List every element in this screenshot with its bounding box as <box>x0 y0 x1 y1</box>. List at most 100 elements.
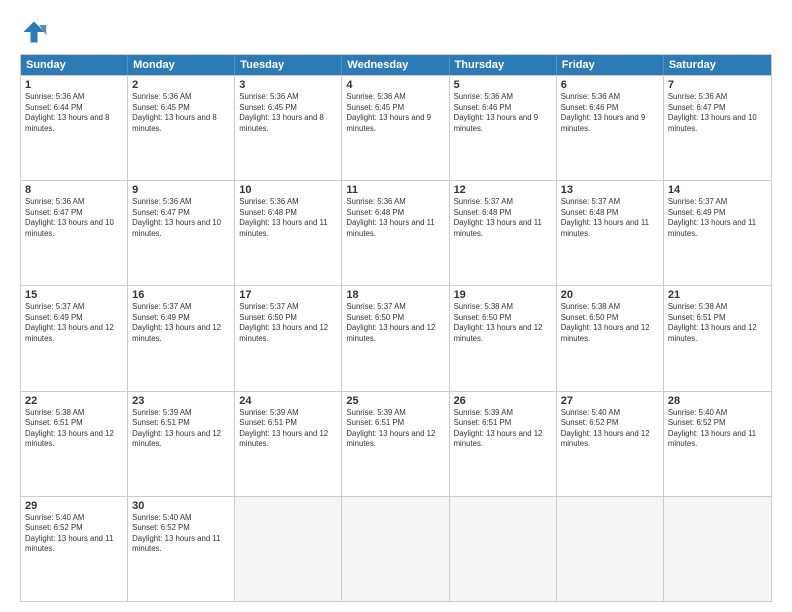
cell-day-number: 6 <box>561 79 659 91</box>
logo-icon <box>20 18 48 46</box>
cell-info: Sunrise: 5:37 AMSunset: 6:50 PMDaylight:… <box>346 302 444 344</box>
cell-info: Sunrise: 5:40 AMSunset: 6:52 PMDaylight:… <box>561 408 659 450</box>
cal-cell <box>235 497 342 601</box>
cell-day-number: 26 <box>454 395 552 407</box>
calendar-header: SundayMondayTuesdayWednesdayThursdayFrid… <box>21 55 771 75</box>
cal-cell: 7Sunrise: 5:36 AMSunset: 6:47 PMDaylight… <box>664 76 771 180</box>
cell-info: Sunrise: 5:38 AMSunset: 6:51 PMDaylight:… <box>668 302 767 344</box>
cal-cell: 3Sunrise: 5:36 AMSunset: 6:45 PMDaylight… <box>235 76 342 180</box>
cal-cell: 25Sunrise: 5:39 AMSunset: 6:51 PMDayligh… <box>342 392 449 496</box>
cal-cell: 8Sunrise: 5:36 AMSunset: 6:47 PMDaylight… <box>21 181 128 285</box>
cell-day-number: 24 <box>239 395 337 407</box>
cell-info: Sunrise: 5:36 AMSunset: 6:45 PMDaylight:… <box>239 92 337 134</box>
cell-info: Sunrise: 5:37 AMSunset: 6:50 PMDaylight:… <box>239 302 337 344</box>
cell-day-number: 30 <box>132 500 230 512</box>
cal-cell: 21Sunrise: 5:38 AMSunset: 6:51 PMDayligh… <box>664 286 771 390</box>
cal-cell: 28Sunrise: 5:40 AMSunset: 6:52 PMDayligh… <box>664 392 771 496</box>
cell-day-number: 11 <box>346 184 444 196</box>
cell-day-number: 28 <box>668 395 767 407</box>
cell-info: Sunrise: 5:36 AMSunset: 6:47 PMDaylight:… <box>668 92 767 134</box>
cal-cell: 23Sunrise: 5:39 AMSunset: 6:51 PMDayligh… <box>128 392 235 496</box>
cell-day-number: 21 <box>668 289 767 301</box>
cell-day-number: 3 <box>239 79 337 91</box>
cell-info: Sunrise: 5:39 AMSunset: 6:51 PMDaylight:… <box>132 408 230 450</box>
cell-info: Sunrise: 5:36 AMSunset: 6:45 PMDaylight:… <box>132 92 230 134</box>
cell-day-number: 8 <box>25 184 123 196</box>
cell-info: Sunrise: 5:38 AMSunset: 6:50 PMDaylight:… <box>454 302 552 344</box>
cell-info: Sunrise: 5:40 AMSunset: 6:52 PMDaylight:… <box>25 513 123 555</box>
cell-day-number: 27 <box>561 395 659 407</box>
cal-cell: 18Sunrise: 5:37 AMSunset: 6:50 PMDayligh… <box>342 286 449 390</box>
cal-cell: 11Sunrise: 5:36 AMSunset: 6:48 PMDayligh… <box>342 181 449 285</box>
cal-cell: 10Sunrise: 5:36 AMSunset: 6:48 PMDayligh… <box>235 181 342 285</box>
header <box>20 18 772 46</box>
cal-cell: 4Sunrise: 5:36 AMSunset: 6:45 PMDaylight… <box>342 76 449 180</box>
cell-day-number: 19 <box>454 289 552 301</box>
week-row-2: 8Sunrise: 5:36 AMSunset: 6:47 PMDaylight… <box>21 180 771 285</box>
cell-info: Sunrise: 5:36 AMSunset: 6:48 PMDaylight:… <box>239 197 337 239</box>
cal-cell: 12Sunrise: 5:37 AMSunset: 6:48 PMDayligh… <box>450 181 557 285</box>
cell-info: Sunrise: 5:39 AMSunset: 6:51 PMDaylight:… <box>239 408 337 450</box>
cal-cell <box>557 497 664 601</box>
cal-cell: 19Sunrise: 5:38 AMSunset: 6:50 PMDayligh… <box>450 286 557 390</box>
cell-day-number: 15 <box>25 289 123 301</box>
header-cell-thursday: Thursday <box>450 55 557 75</box>
page: SundayMondayTuesdayWednesdayThursdayFrid… <box>0 0 792 612</box>
cal-cell: 17Sunrise: 5:37 AMSunset: 6:50 PMDayligh… <box>235 286 342 390</box>
cell-day-number: 9 <box>132 184 230 196</box>
header-cell-wednesday: Wednesday <box>342 55 449 75</box>
cal-cell: 20Sunrise: 5:38 AMSunset: 6:50 PMDayligh… <box>557 286 664 390</box>
cell-day-number: 5 <box>454 79 552 91</box>
cell-info: Sunrise: 5:36 AMSunset: 6:46 PMDaylight:… <box>561 92 659 134</box>
cell-day-number: 17 <box>239 289 337 301</box>
cell-day-number: 10 <box>239 184 337 196</box>
cal-cell: 26Sunrise: 5:39 AMSunset: 6:51 PMDayligh… <box>450 392 557 496</box>
cell-info: Sunrise: 5:39 AMSunset: 6:51 PMDaylight:… <box>346 408 444 450</box>
week-row-5: 29Sunrise: 5:40 AMSunset: 6:52 PMDayligh… <box>21 496 771 601</box>
cell-day-number: 14 <box>668 184 767 196</box>
cell-day-number: 23 <box>132 395 230 407</box>
cell-day-number: 25 <box>346 395 444 407</box>
cell-info: Sunrise: 5:37 AMSunset: 6:49 PMDaylight:… <box>668 197 767 239</box>
week-row-1: 1Sunrise: 5:36 AMSunset: 6:44 PMDaylight… <box>21 75 771 180</box>
cell-info: Sunrise: 5:38 AMSunset: 6:50 PMDaylight:… <box>561 302 659 344</box>
cal-cell: 2Sunrise: 5:36 AMSunset: 6:45 PMDaylight… <box>128 76 235 180</box>
cell-info: Sunrise: 5:36 AMSunset: 6:47 PMDaylight:… <box>25 197 123 239</box>
cell-day-number: 12 <box>454 184 552 196</box>
cell-info: Sunrise: 5:36 AMSunset: 6:47 PMDaylight:… <box>132 197 230 239</box>
cell-info: Sunrise: 5:36 AMSunset: 6:44 PMDaylight:… <box>25 92 123 134</box>
cell-info: Sunrise: 5:40 AMSunset: 6:52 PMDaylight:… <box>132 513 230 555</box>
cell-info: Sunrise: 5:36 AMSunset: 6:45 PMDaylight:… <box>346 92 444 134</box>
cell-day-number: 29 <box>25 500 123 512</box>
header-cell-friday: Friday <box>557 55 664 75</box>
logo <box>20 18 52 46</box>
cell-info: Sunrise: 5:38 AMSunset: 6:51 PMDaylight:… <box>25 408 123 450</box>
week-row-3: 15Sunrise: 5:37 AMSunset: 6:49 PMDayligh… <box>21 285 771 390</box>
header-cell-monday: Monday <box>128 55 235 75</box>
cal-cell: 14Sunrise: 5:37 AMSunset: 6:49 PMDayligh… <box>664 181 771 285</box>
cal-cell <box>450 497 557 601</box>
cal-cell: 24Sunrise: 5:39 AMSunset: 6:51 PMDayligh… <box>235 392 342 496</box>
cell-info: Sunrise: 5:39 AMSunset: 6:51 PMDaylight:… <box>454 408 552 450</box>
cal-cell: 22Sunrise: 5:38 AMSunset: 6:51 PMDayligh… <box>21 392 128 496</box>
calendar: SundayMondayTuesdayWednesdayThursdayFrid… <box>20 54 772 602</box>
cell-day-number: 2 <box>132 79 230 91</box>
cell-day-number: 22 <box>25 395 123 407</box>
header-cell-saturday: Saturday <box>664 55 771 75</box>
cell-info: Sunrise: 5:37 AMSunset: 6:49 PMDaylight:… <box>25 302 123 344</box>
cell-day-number: 20 <box>561 289 659 301</box>
cal-cell: 13Sunrise: 5:37 AMSunset: 6:48 PMDayligh… <box>557 181 664 285</box>
cal-cell: 16Sunrise: 5:37 AMSunset: 6:49 PMDayligh… <box>128 286 235 390</box>
cell-day-number: 16 <box>132 289 230 301</box>
cell-info: Sunrise: 5:36 AMSunset: 6:46 PMDaylight:… <box>454 92 552 134</box>
cell-info: Sunrise: 5:37 AMSunset: 6:48 PMDaylight:… <box>561 197 659 239</box>
cal-cell: 30Sunrise: 5:40 AMSunset: 6:52 PMDayligh… <box>128 497 235 601</box>
cell-day-number: 18 <box>346 289 444 301</box>
header-cell-sunday: Sunday <box>21 55 128 75</box>
week-row-4: 22Sunrise: 5:38 AMSunset: 6:51 PMDayligh… <box>21 391 771 496</box>
cell-info: Sunrise: 5:37 AMSunset: 6:49 PMDaylight:… <box>132 302 230 344</box>
cal-cell <box>664 497 771 601</box>
header-cell-tuesday: Tuesday <box>235 55 342 75</box>
cal-cell: 15Sunrise: 5:37 AMSunset: 6:49 PMDayligh… <box>21 286 128 390</box>
cal-cell: 1Sunrise: 5:36 AMSunset: 6:44 PMDaylight… <box>21 76 128 180</box>
